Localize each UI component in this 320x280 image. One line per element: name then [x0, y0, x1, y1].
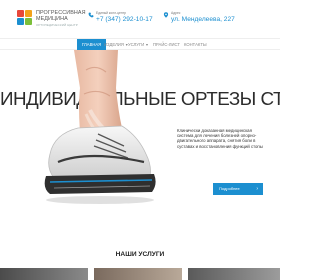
map-pin-icon: [163, 12, 169, 18]
services-section: НАШИ УСЛУГИ: [0, 227, 280, 280]
nav-item-label: КОНТАКТЫ: [184, 42, 207, 47]
site-header: ПРОГРЕССИВНАЯ МЕДИЦИНА ОРТОПЕДИЧЕСКИЙ ЦЕ…: [0, 0, 280, 38]
nav-item-services[interactable]: УСЛУГИ▼: [128, 39, 149, 50]
arrow-right-icon: ›: [256, 186, 258, 192]
address-label: Адрес: [171, 11, 181, 15]
more-button-label: Подробнее: [219, 186, 240, 191]
service-thumbnail[interactable]: [0, 268, 88, 280]
service-thumbnail[interactable]: [94, 268, 182, 280]
services-title: НАШИ УСЛУГИ: [115, 251, 165, 258]
brand-tagline: ОРТОПЕДИЧЕСКИЙ ЦЕНТР: [36, 23, 78, 27]
nav-item-label: УСЛУГИ: [128, 42, 145, 47]
hero-banner: ИНДИВИДУАЛЬНЫЕ ОРТЕЗЫ СТОПЫ: [0, 50, 280, 227]
main-nav: ГЛАВНАЯ ИЗДЕЛИЯ▼ УСЛУГИ▼ ПРАЙС-ЛИСТ КОНТ…: [0, 38, 280, 50]
nav-item-contacts[interactable]: КОНТАКТЫ: [184, 39, 207, 50]
address-text: ул. Менделеева, 227: [171, 16, 235, 23]
phone-number[interactable]: +7 (347) 292-10-17: [96, 16, 153, 23]
chevron-down-icon: ▼: [145, 43, 149, 47]
phone-icon: [88, 12, 94, 18]
logo-text[interactable]: ПРОГРЕССИВНАЯ МЕДИЦИНА: [36, 10, 86, 22]
orthotic-shoe-image: [44, 50, 156, 204]
phone-label: Единый колл-центр: [96, 11, 126, 15]
brand-name-line2: МЕДИЦИНА: [36, 16, 68, 22]
nav-item-label: ИЗДЕЛИЯ: [104, 42, 124, 47]
nav-item-price-list[interactable]: ПРАЙС-ЛИСТ: [153, 39, 180, 50]
nav-item-label: ПРАЙС-ЛИСТ: [153, 42, 180, 47]
logo-icon[interactable]: [17, 10, 33, 26]
hero-description: Клинически доказанная медицинская систем…: [177, 128, 263, 149]
more-button[interactable]: Подробнее ›: [213, 183, 263, 195]
nav-item-products[interactable]: ИЗДЕЛИЯ▼: [104, 39, 128, 50]
nav-item-label: ГЛАВНАЯ: [82, 42, 102, 47]
service-thumbnail[interactable]: [188, 268, 280, 280]
nav-item-home[interactable]: ГЛАВНАЯ: [77, 39, 107, 50]
